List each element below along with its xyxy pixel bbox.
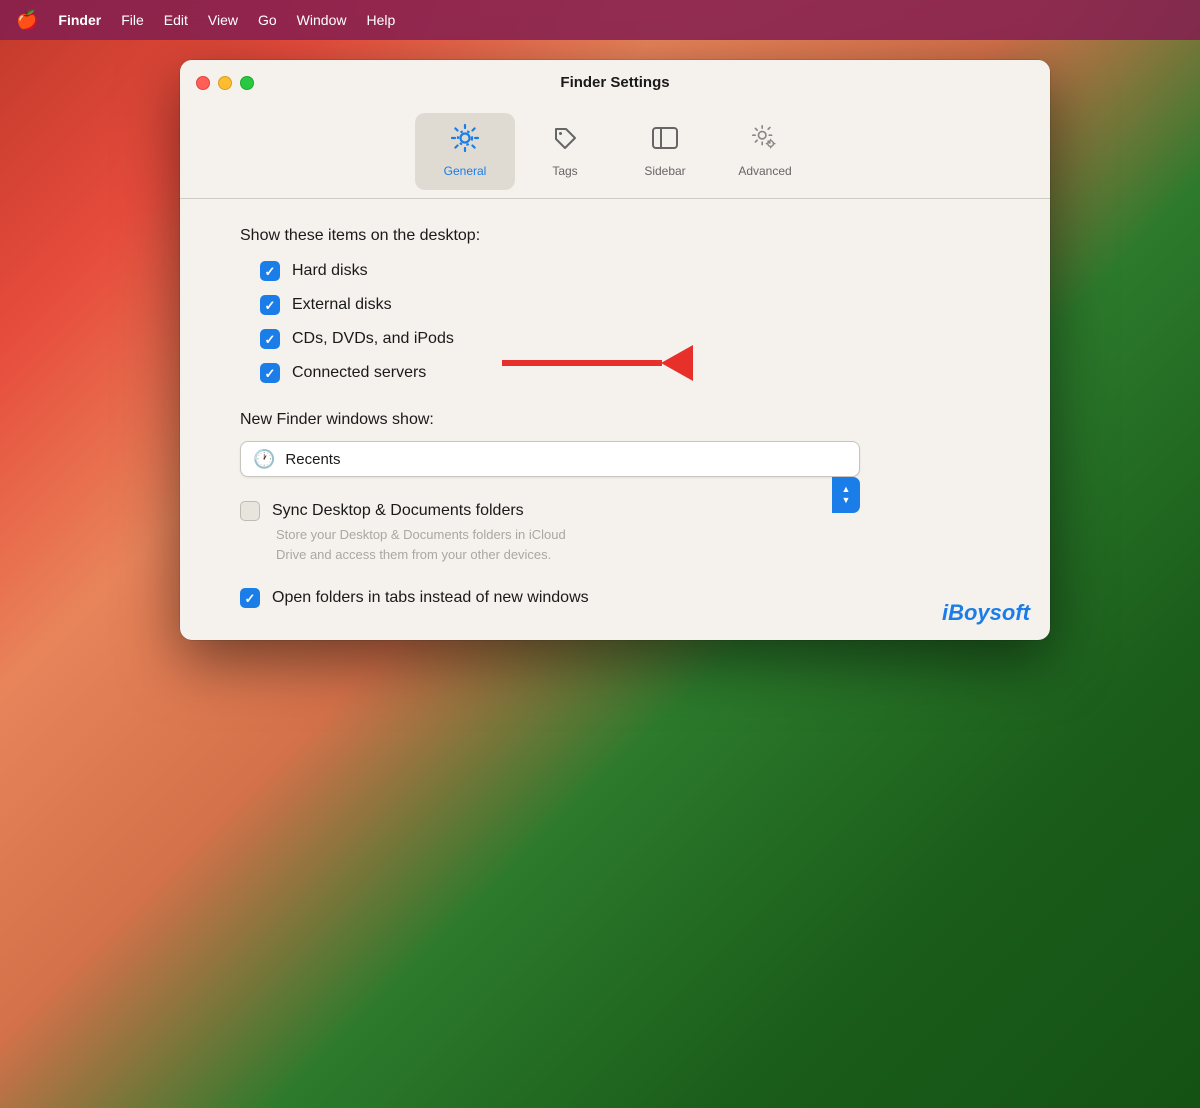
tabs-bar: General Tags Sidebar [180,105,1050,190]
watermark-brand: Boysoft [948,600,1030,625]
checkbox-connected-servers[interactable]: ✓ [260,363,280,383]
menubar-view[interactable]: View [208,12,238,28]
label-cds-dvds: CDs, DVDs, and iPods [292,330,454,348]
minimize-button[interactable] [218,76,232,90]
dropdown-value: Recents [285,451,847,468]
label-sync: Sync Desktop & Documents folders [272,502,524,520]
checkbox-row-external-disks: ✓ External disks [260,295,990,315]
arrow-head [661,345,693,381]
checkbox-hard-disks[interactable]: ✓ [260,261,280,281]
menubar-file[interactable]: File [121,12,144,28]
apple-menu[interactable]: 🍎 [16,10,38,31]
checkbox-row-open-folders: ✓ Open folders in tabs instead of new wi… [240,588,990,608]
label-hard-disks: Hard disks [292,262,368,280]
close-button[interactable] [196,76,210,90]
tab-advanced[interactable]: Advanced [715,113,815,190]
recents-dropdown[interactable]: 🕐 Recents [240,441,860,477]
checkbox-sync[interactable] [240,501,260,521]
checkbox-row-sync: Sync Desktop & Documents folders [240,501,990,521]
arrow-line [502,360,662,366]
tab-sidebar[interactable]: Sidebar [615,113,715,190]
menubar-finder[interactable]: Finder [58,12,101,28]
checkbox-external-disks[interactable]: ✓ [260,295,280,315]
tag-icon [550,123,580,158]
chevron-down-icon: ▼ [842,496,851,505]
checkmark-open-folders: ✓ [245,592,256,605]
tab-sidebar-label: Sidebar [644,164,685,178]
tab-tags[interactable]: Tags [515,113,615,190]
checkmark-connected-servers: ✓ [265,367,276,380]
tab-advanced-label: Advanced [738,164,791,178]
tab-general-label: General [444,164,487,178]
iboysoft-watermark: iBoysoft [942,600,1030,626]
menubar-go[interactable]: Go [258,12,277,28]
tab-general[interactable]: General [415,113,515,190]
sync-section: Sync Desktop & Documents folders Store y… [240,501,990,564]
label-external-disks: External disks [292,296,392,314]
checkbox-open-folders[interactable]: ✓ [240,588,260,608]
dropdown-container: 🕐 Recents ▲ ▼ [240,441,860,477]
clock-icon: 🕐 [253,449,275,470]
checkbox-cds-dvds[interactable]: ✓ [260,329,280,349]
red-arrow-annotation [502,345,693,381]
checkmark-cds-dvds: ✓ [265,333,276,346]
zoom-button[interactable] [240,76,254,90]
window-title: Finder Settings [560,74,669,91]
sidebar-icon [650,123,680,158]
new-windows-label: New Finder windows show: [240,411,990,429]
traffic-lights [196,76,254,90]
label-connected-servers: Connected servers [292,364,426,382]
desktop-section-label: Show these items on the desktop: [240,227,990,245]
titlebar: Finder Settings [180,60,1050,105]
chevron-up-icon: ▲ [842,485,851,494]
label-open-folders: Open folders in tabs instead of new wind… [272,589,589,607]
advanced-gear-icon [750,123,780,158]
new-windows-section: New Finder windows show: 🕐 Recents ▲ ▼ [240,411,990,477]
menubar-edit[interactable]: Edit [164,12,188,28]
checkmark-hard-disks: ✓ [265,265,276,278]
menubar-window[interactable]: Window [297,12,347,28]
gear-icon [450,123,480,158]
checkmark-external-disks: ✓ [265,299,276,312]
menubar: 🍎 Finder File Edit View Go Window Help [0,0,1200,40]
settings-content: Show these items on the desktop: ✓ Hard … [180,199,1050,640]
dropdown-arrow-button[interactable]: ▲ ▼ [832,477,860,513]
checkbox-row-hard-disks: ✓ Hard disks [260,261,990,281]
sync-subtext: Store your Desktop & Documents folders i… [276,525,990,564]
tab-tags-label: Tags [552,164,577,178]
menubar-help[interactable]: Help [366,12,395,28]
